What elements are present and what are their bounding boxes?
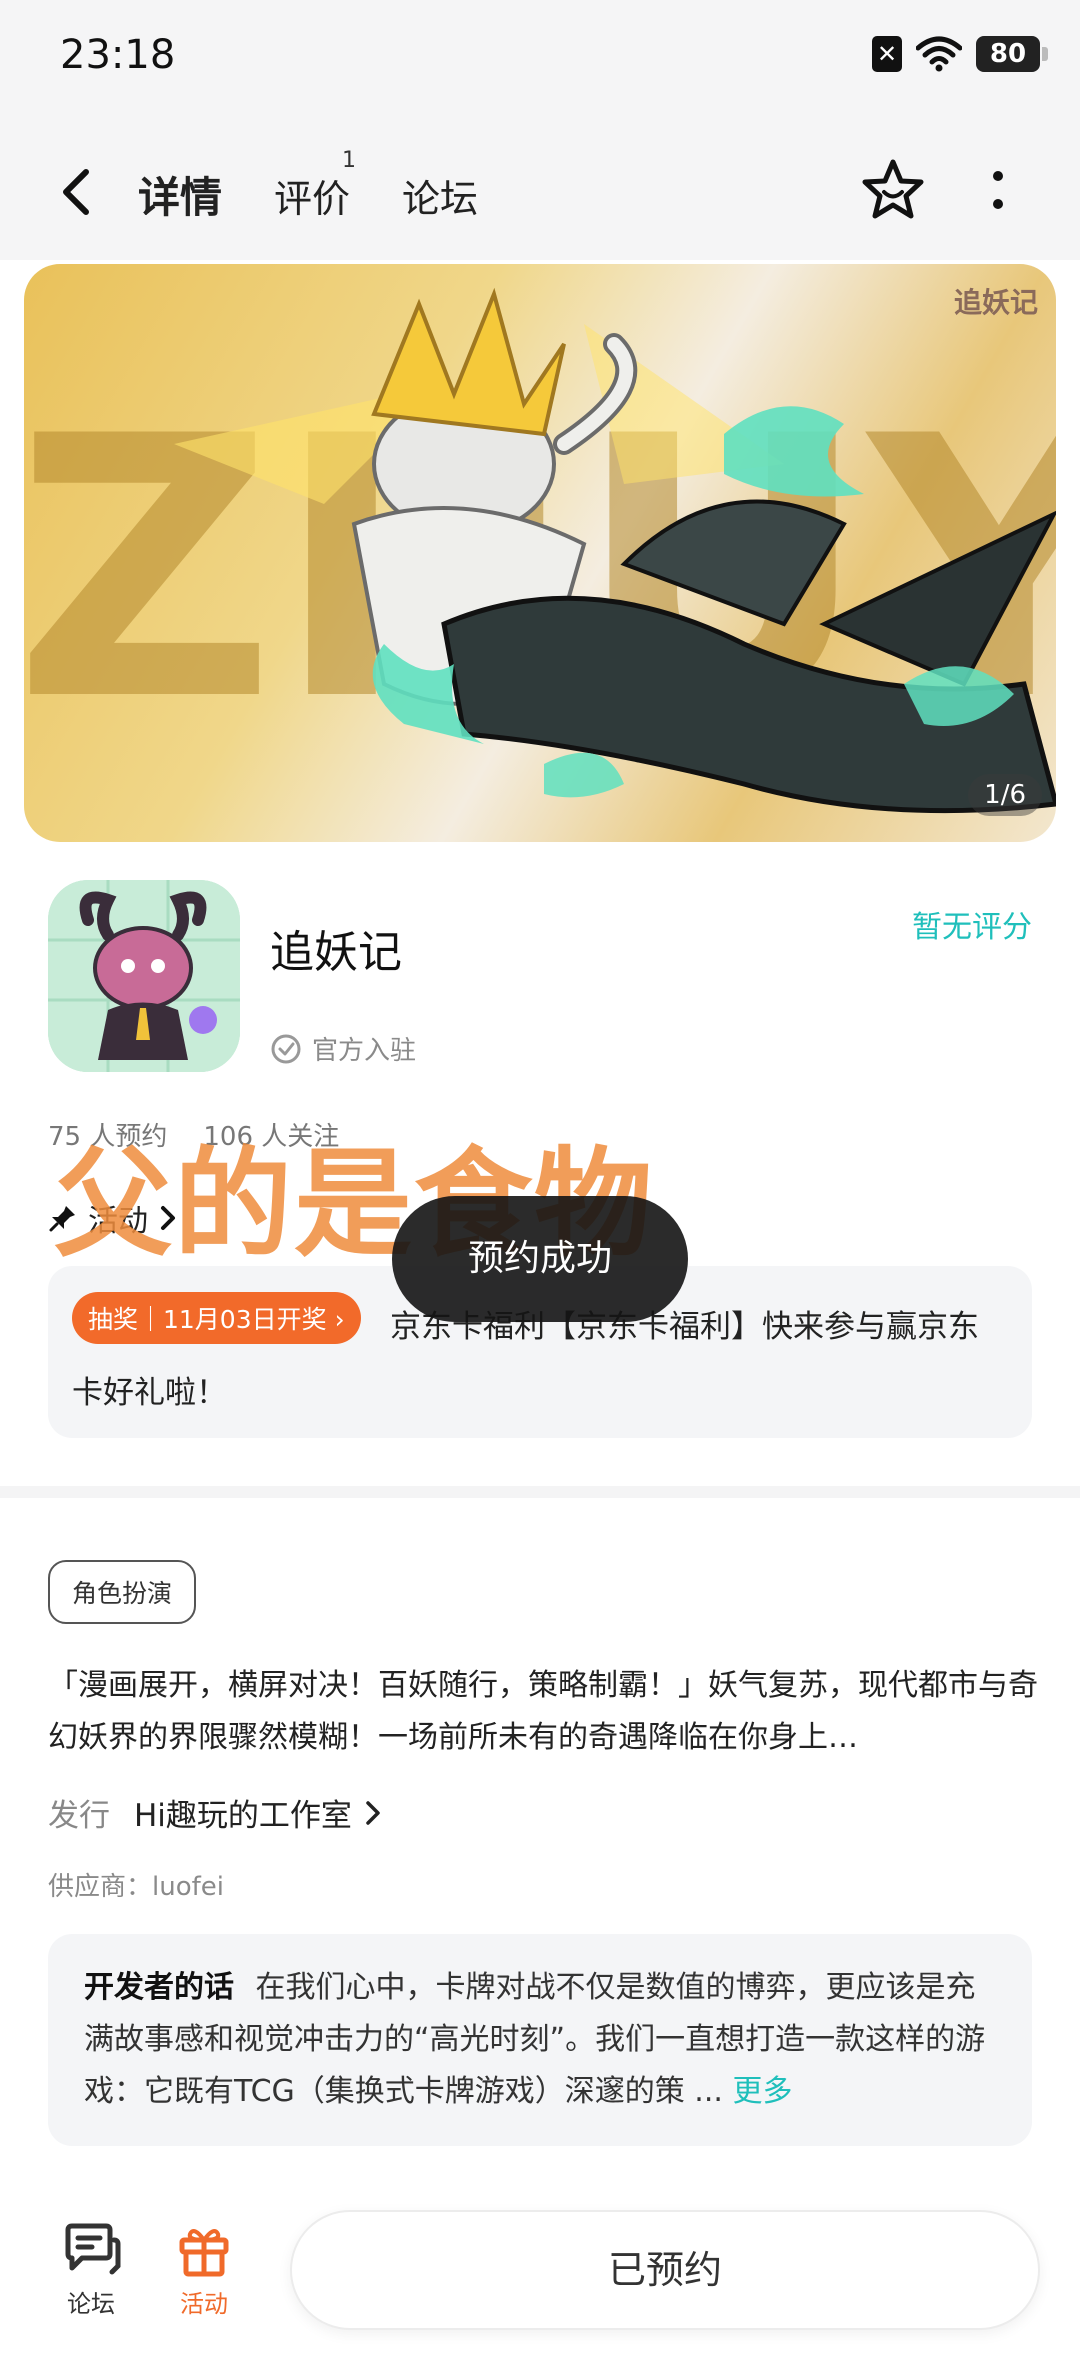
developer-note-title: 开发者的话 [84, 1970, 234, 2005]
wifi-icon [916, 36, 962, 72]
reviews-count-badge: 1 [342, 148, 356, 173]
status-time: 23:18 [60, 32, 176, 78]
status-icons: ✕ 80 [872, 36, 1048, 72]
app-icon-artwork [48, 880, 240, 1072]
developer-note-card[interactable]: 开发者的话 在我们心中，卡牌对战不仅是数值的博弈，更应该是充满故事感和视觉冲击力… [48, 1934, 1032, 2146]
bottom-activity-button[interactable]: 活动 [176, 2222, 232, 2319]
no-sim-icon: ✕ [872, 36, 902, 72]
official-label: 官方入驻 [312, 1036, 417, 1066]
section-divider [0, 1486, 1080, 1498]
bottom-forum-button[interactable]: 论坛 [60, 2222, 122, 2319]
developer-note-more-link[interactable]: 更多 [732, 2074, 792, 2109]
tab-details-label: 详情 [138, 173, 223, 222]
carousel-counter: 1/6 [968, 774, 1042, 816]
tab-forum[interactable]: 论坛 [402, 168, 478, 223]
official-badge: 官方入驻 [270, 1030, 416, 1067]
favorite-star-icon[interactable] [858, 156, 928, 226]
lottery-tag[interactable]: 抽奖｜11月03日开奖 › [72, 1292, 361, 1344]
top-nav: 详情 评价 1 论坛 [0, 120, 1080, 260]
app-icon [48, 880, 240, 1072]
bottom-activity-label: 活动 [180, 2290, 228, 2318]
status-bar: 23:18 ✕ 80 [0, 0, 1080, 120]
lottery-tag-label: 抽奖｜11月03日开奖 [88, 1305, 327, 1334]
publisher-name: Hi趣玩的工作室 [134, 1798, 352, 1834]
game-description[interactable]: 「漫画展开，横屏对决！百妖随行，策略制霸！」妖气复苏，现代都市与奇幻妖界的界限骤… [48, 1660, 1038, 1764]
battery-indicator: 80 [976, 36, 1048, 72]
genre-tag[interactable]: 角色扮演 [48, 1560, 197, 1624]
publisher-row[interactable]: 发行 Hi趣玩的工作室 [48, 1790, 382, 1835]
rating-status[interactable]: 暂无评分 [912, 902, 1032, 946]
verified-check-icon [271, 1034, 301, 1063]
tab-reviews[interactable]: 评价 [274, 168, 350, 223]
chevron-right-icon: › [334, 1305, 345, 1334]
more-options-icon[interactable] [978, 164, 1018, 220]
chevron-right-icon [366, 1800, 380, 1825]
banner-corner-logo: 追妖记 [954, 286, 1038, 319]
toast-message: 预约成功 [392, 1196, 688, 1322]
publisher-label: 发行 [48, 1798, 110, 1834]
screenshot-carousel[interactable]: ZHUYAOJI 追妖记 1/6 [24, 264, 1056, 842]
gift-icon [179, 2229, 229, 2277]
publisher-value: Hi趣玩的工作室 [134, 1790, 382, 1835]
forum-chat-icon [65, 2223, 121, 2275]
bottom-action-bar: 论坛 活动 已预约 [0, 2184, 1080, 2360]
app-name: 追妖记 [270, 927, 402, 978]
reserved-button[interactable]: 已预约 [290, 2210, 1040, 2330]
tab-details[interactable]: 详情 [134, 164, 227, 225]
bottom-forum-label: 论坛 [67, 2290, 115, 2318]
supplier-info: 供应商：luofei [48, 1872, 224, 1902]
banner-artwork: ZHUYAOJI 追妖记 [24, 286, 1056, 814]
back-icon[interactable] [50, 164, 106, 220]
